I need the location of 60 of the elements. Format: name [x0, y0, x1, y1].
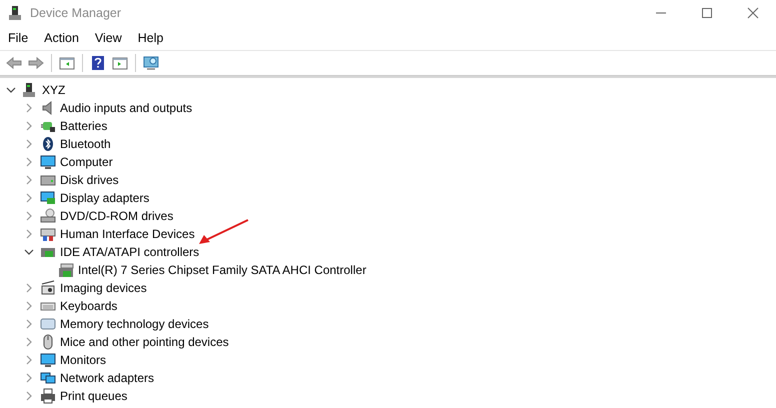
- expand-chevron-icon[interactable]: [24, 391, 34, 401]
- annotation-arrow: [198, 218, 250, 246]
- tree-item[interactable]: Keyboards: [60, 299, 118, 313]
- menu-item[interactable]: View: [88, 31, 128, 45]
- tree-item[interactable]: Print queues: [60, 389, 128, 403]
- forward-arrow-icon[interactable]: [28, 55, 44, 71]
- tree-item[interactable]: Intel(R) 7 Series Chipset Family SATA AHCI Controller: [78, 263, 366, 277]
- expand-chevron-icon[interactable]: [24, 175, 34, 185]
- tree-item[interactable]: XYZ: [42, 83, 66, 97]
- expand-chevron-icon[interactable]: [24, 229, 34, 239]
- collapse-chevron-icon[interactable]: [6, 85, 16, 95]
- menu-item[interactable]: File: [2, 31, 34, 45]
- back-arrow-icon[interactable]: [6, 55, 22, 71]
- expand-chevron-icon[interactable]: [24, 301, 34, 311]
- window-pane-icon[interactable]: [59, 55, 75, 71]
- tree-item[interactable]: Disk drives: [60, 173, 119, 187]
- help-icon[interactable]: [90, 55, 106, 71]
- tree-item[interactable]: Human Interface Devices: [60, 227, 195, 241]
- tree-item[interactable]: Mice and other pointing devices: [60, 335, 229, 349]
- expand-chevron-icon[interactable]: [24, 337, 34, 347]
- expand-chevron-icon[interactable]: [24, 121, 34, 131]
- network-icon: [40, 370, 56, 386]
- monitor-icon: [40, 352, 56, 368]
- tree-item[interactable]: Network adapters: [60, 371, 154, 385]
- tree-item[interactable]: Imaging devices: [60, 281, 147, 295]
- window-title: Device Manager: [30, 6, 122, 20]
- expand-chevron-icon[interactable]: [24, 103, 34, 113]
- tree-item[interactable]: Display adapters: [60, 191, 150, 205]
- controller-icon: [58, 262, 74, 278]
- menu-item[interactable]: Action: [38, 31, 85, 45]
- expand-chevron-icon[interactable]: [24, 283, 34, 293]
- computer-icon: [8, 5, 22, 21]
- monitor-icon: [40, 154, 56, 170]
- tree-item[interactable]: Monitors: [60, 353, 106, 367]
- tree-item[interactable]: Computer: [60, 155, 113, 169]
- tree-item[interactable]: Memory technology devices: [60, 317, 209, 331]
- keyboard-joystick-icon: [40, 226, 56, 242]
- tree-item[interactable]: Bluetooth: [60, 137, 111, 151]
- tree-item[interactable]: IDE ATA/ATAPI controllers: [60, 245, 200, 259]
- printer-icon: [40, 388, 56, 404]
- monitor-magnifier-icon[interactable]: [143, 55, 159, 71]
- expand-chevron-icon[interactable]: [24, 157, 34, 167]
- expand-chevron-icon[interactable]: [24, 139, 34, 149]
- display-card-icon: [40, 190, 56, 206]
- menu-item[interactable]: Help: [132, 31, 170, 45]
- disc-drive-icon: [40, 208, 56, 224]
- computer-icon: [22, 82, 38, 98]
- expand-chevron-icon[interactable]: [24, 373, 34, 383]
- expand-chevron-icon[interactable]: [24, 319, 34, 329]
- expand-chevron-icon[interactable]: [24, 211, 34, 221]
- tree-item[interactable]: Audio inputs and outputs: [60, 101, 192, 115]
- expand-chevron-icon[interactable]: [24, 193, 34, 203]
- tree-item[interactable]: Batteries: [60, 119, 108, 133]
- collapse-chevron-icon[interactable]: [24, 247, 34, 257]
- bluetooth-icon: [40, 136, 56, 152]
- tree-item[interactable]: DVD/CD-ROM drives: [60, 209, 174, 223]
- memory-card-icon: [40, 316, 56, 332]
- window-pane-icon[interactable]: [112, 55, 128, 71]
- camera-icon: [40, 280, 56, 296]
- expand-chevron-icon[interactable]: [24, 355, 34, 365]
